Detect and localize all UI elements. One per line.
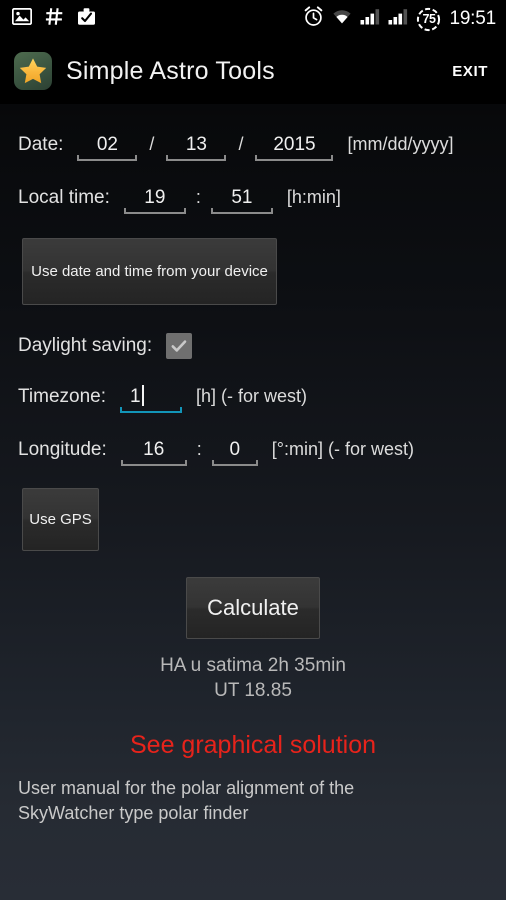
timezone-format-hint: [h] (- for west) <box>196 386 308 406</box>
longitude-label: Longitude: <box>18 439 107 460</box>
daylight-saving-label: Daylight saving: <box>18 335 153 356</box>
date-year-input[interactable]: 2015 <box>255 134 334 161</box>
result-universal-time: UT 18.85 <box>214 680 292 701</box>
user-manual-line-1: User manual for the polar alignment of t… <box>18 778 355 798</box>
date-month-input[interactable]: 02 <box>77 134 138 161</box>
signal-icon-2 <box>388 8 409 30</box>
date-month-value: 02 <box>96 134 118 155</box>
use-device-datetime-button[interactable]: Use date and time from your device <box>22 238 277 305</box>
date-day-input[interactable]: 13 <box>166 134 227 161</box>
longitude-row: Longitude: 16 : 0 [°:min] (- for west) <box>18 439 506 466</box>
local-time-label: Local time: <box>18 187 110 208</box>
date-label: Date: <box>18 134 64 155</box>
longitude-separator: : <box>196 439 202 459</box>
longitude-minutes-value: 0 <box>229 439 241 460</box>
text-cursor <box>141 385 144 406</box>
local-time-format-hint: [h:min] <box>286 187 341 207</box>
alarm-icon <box>303 6 324 32</box>
local-time-hour-value: 19 <box>144 187 166 208</box>
daylight-saving-checkbox[interactable] <box>166 333 193 359</box>
timezone-row: Timezone: 1 [h] (- for west) <box>18 385 506 413</box>
app-title-bar: Simple Astro Tools EXIT <box>0 38 506 104</box>
date-separator-2: / <box>238 134 244 154</box>
main-content: Date: 02 / 13 / 2015 [mm/dd/yyyy] Local … <box>0 134 506 826</box>
date-row: Date: 02 / 13 / 2015 [mm/dd/yyyy] <box>18 134 506 161</box>
user-manual-line-2: SkyWatcher type polar finder <box>18 803 249 823</box>
use-gps-button[interactable]: Use GPS <box>22 488 99 551</box>
local-time-minute-value: 51 <box>231 187 253 208</box>
date-day-value: 13 <box>185 134 207 155</box>
exit-button[interactable]: EXIT <box>452 63 488 80</box>
image-icon <box>11 7 33 30</box>
status-clock: 19:51 <box>449 8 496 29</box>
wifi-icon <box>331 8 353 30</box>
timezone-label: Timezone: <box>18 386 106 407</box>
date-year-value: 2015 <box>273 134 316 155</box>
app-screen: 75 19:51 Simple Astro Tools EXIT Date: 0… <box>0 0 506 900</box>
hash-icon <box>45 7 64 31</box>
local-time-row: Local time: 19 : 51 [h:min] <box>18 187 506 214</box>
date-separator-1: / <box>149 134 155 154</box>
status-bar: 75 19:51 <box>0 0 506 38</box>
longitude-degrees-value: 16 <box>143 439 165 460</box>
status-bar-right-icons: 75 19:51 <box>303 6 496 32</box>
longitude-minutes-input[interactable]: 0 <box>211 439 258 466</box>
battery-level-text: 75 <box>422 12 436 26</box>
briefcase-check-icon <box>77 7 96 31</box>
local-time-minute-input[interactable]: 51 <box>210 187 273 214</box>
daylight-saving-row: Daylight saving: <box>18 333 506 359</box>
timezone-value: 1 <box>130 386 141 407</box>
user-manual-link[interactable]: User manual for the polar alignment of t… <box>18 776 506 826</box>
signal-icon-1 <box>360 8 381 30</box>
local-time-hour-input[interactable]: 19 <box>123 187 186 214</box>
date-format-hint: [mm/dd/yyyy] <box>347 134 454 154</box>
page-title: Simple Astro Tools <box>66 56 275 85</box>
local-time-separator: : <box>195 187 201 207</box>
timezone-input[interactable]: 1 <box>120 385 182 413</box>
result-hour-angle: HA u satima 2h 35min <box>160 655 346 676</box>
longitude-degrees-input[interactable]: 16 <box>120 439 187 466</box>
battery-icon: 75 <box>416 7 441 32</box>
graphical-solution-link[interactable]: See graphical solution <box>18 731 506 760</box>
status-bar-left-icons <box>11 7 96 31</box>
longitude-format-hint: [°:min] (- for west) <box>271 439 414 459</box>
results-block: HA u satima 2h 35min UT 18.85 <box>18 653 506 703</box>
calculate-button[interactable]: Calculate <box>186 577 320 639</box>
star-icon <box>14 52 52 90</box>
checkmark-icon <box>171 340 187 352</box>
